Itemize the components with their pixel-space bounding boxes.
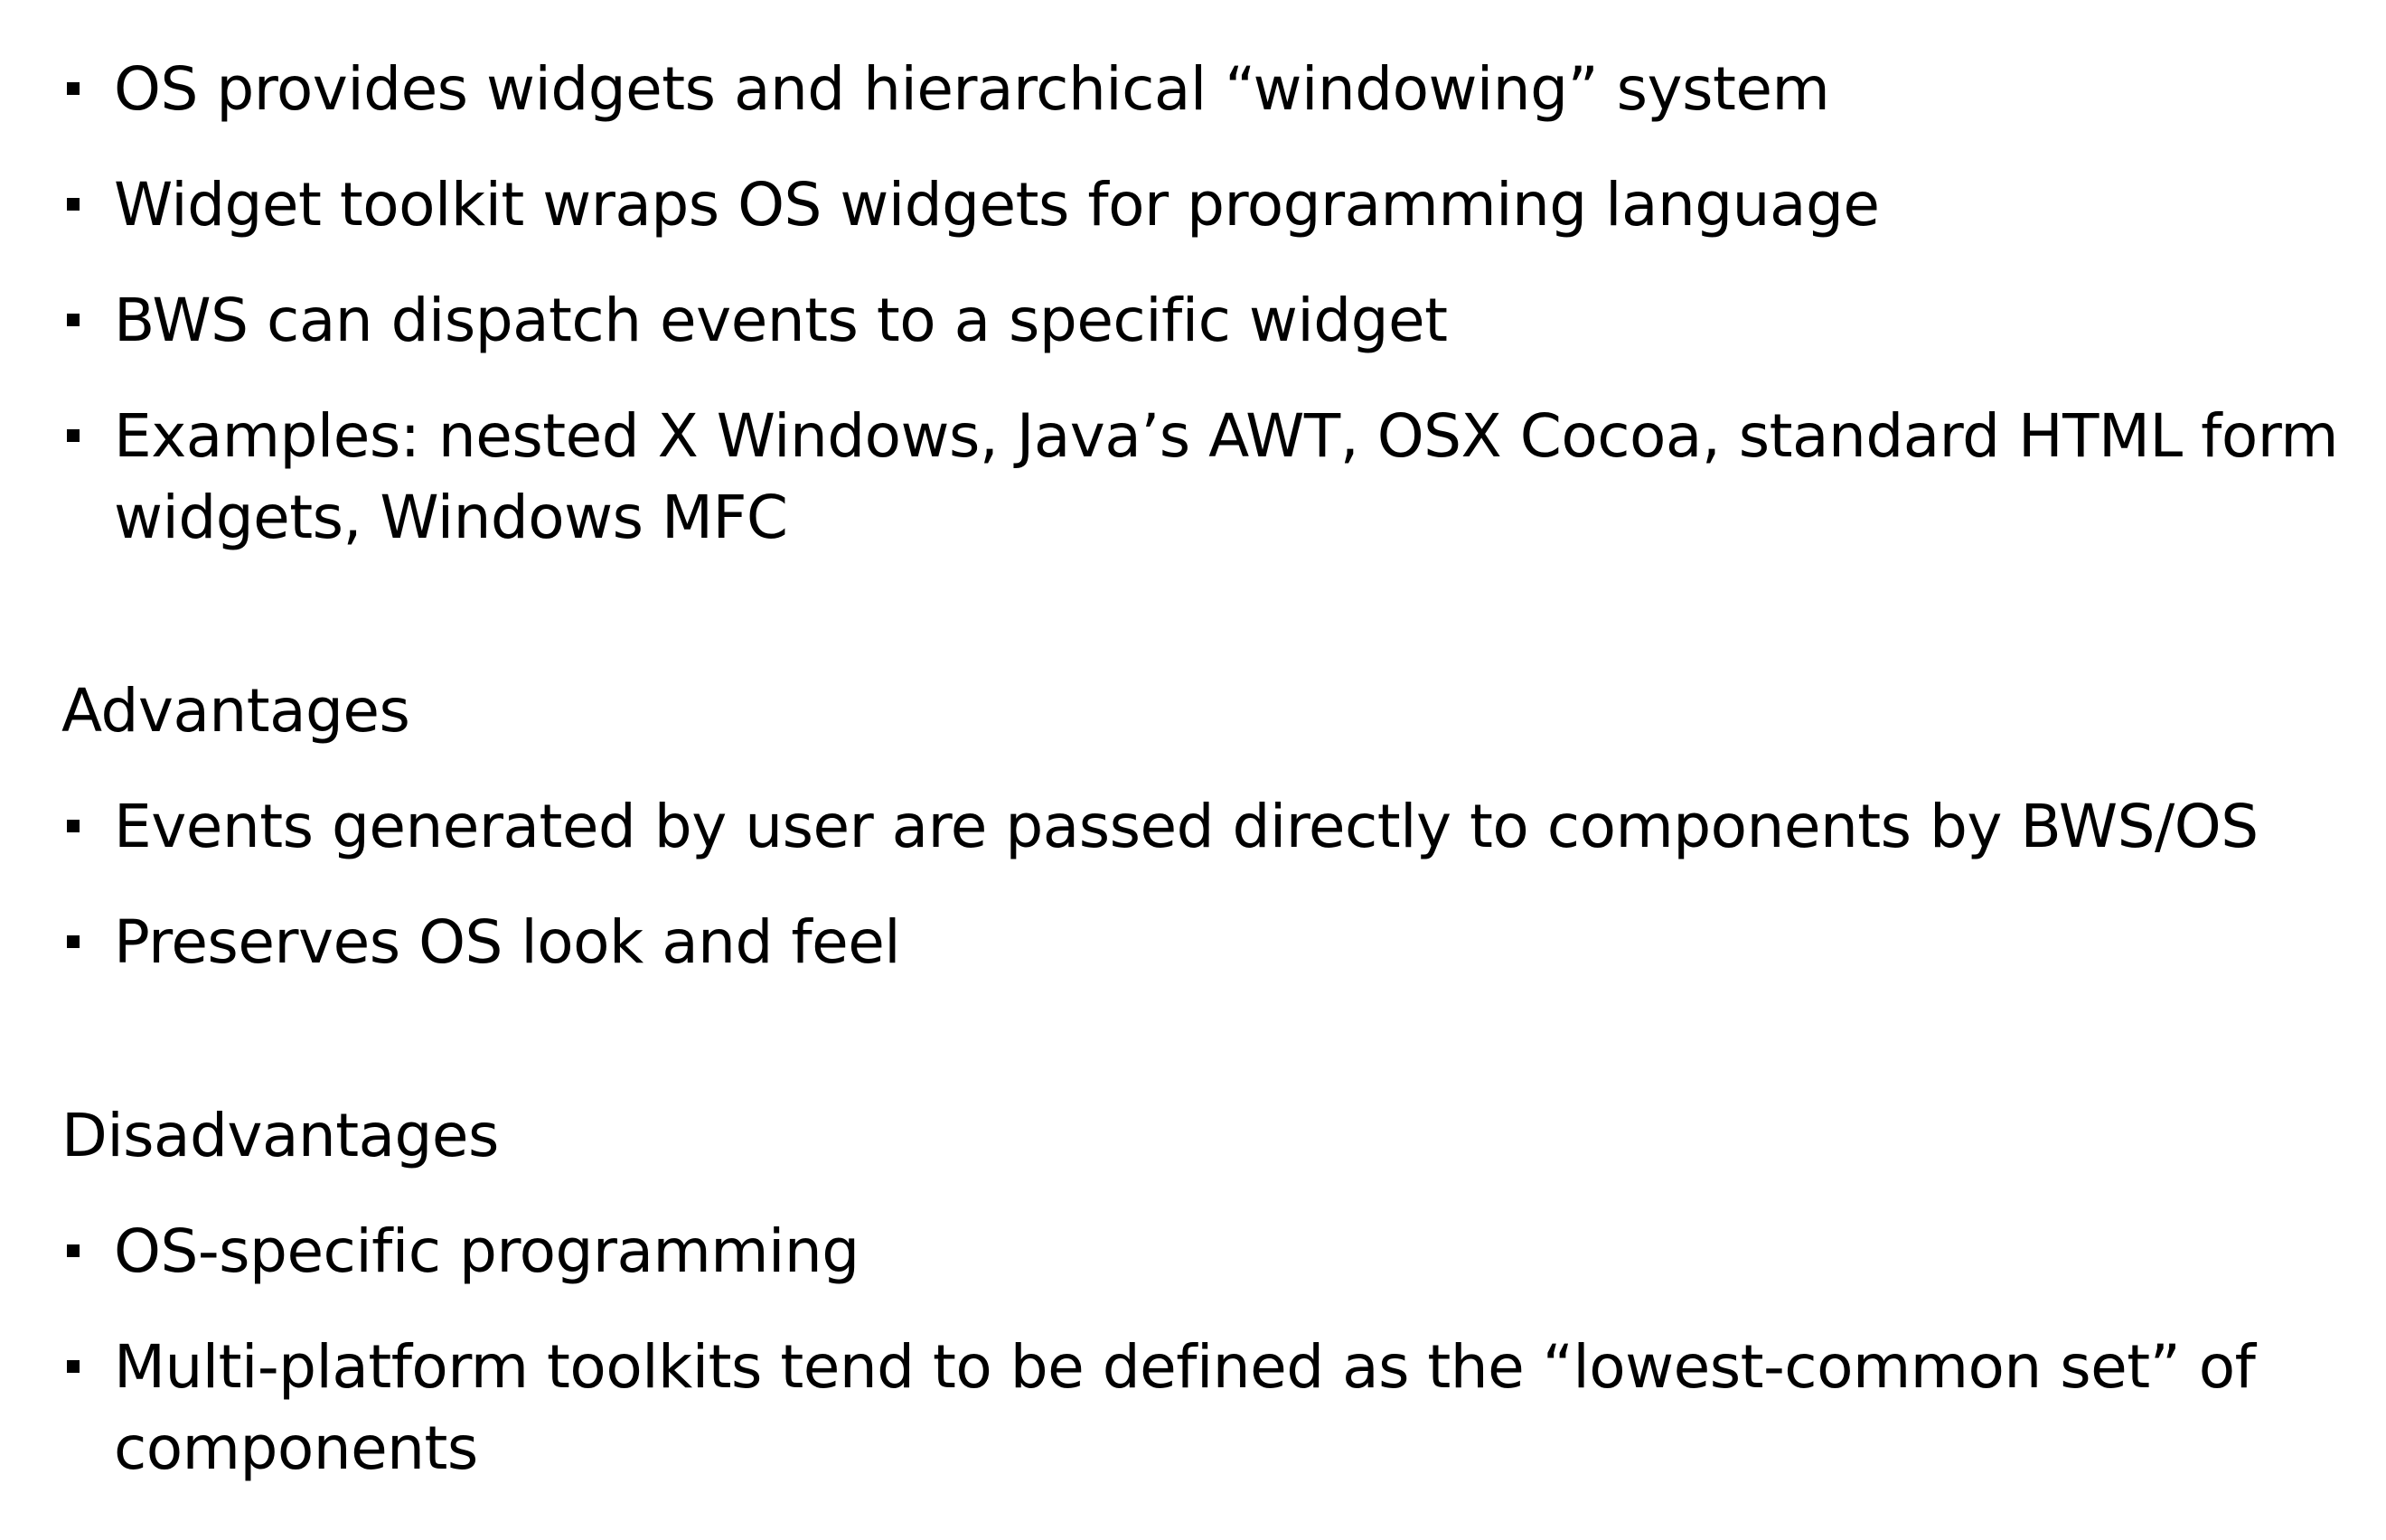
square-bullet-icon: [67, 314, 80, 326]
square-bullet-icon: [67, 198, 80, 211]
bullet-item: Events generated by user are passed dire…: [61, 786, 2357, 868]
advantages-bullet-list: Events generated by user are passed dire…: [61, 786, 2357, 983]
bullet-item: OS provides widgets and hierarchical “wi…: [61, 49, 2357, 130]
square-bullet-icon: [67, 1244, 80, 1257]
bullet-text: Preserves OS look and feel: [114, 907, 901, 977]
advantages-heading: Advantages: [61, 676, 410, 746]
square-bullet-icon: [67, 820, 80, 832]
bullet-item: Preserves OS look and feel: [61, 902, 2357, 983]
bullet-text: BWS can dispatch events to a specific wi…: [114, 286, 1448, 355]
bullet-item: Examples: nested X Windows, Java’s AWT, …: [61, 396, 2357, 559]
bullet-item: OS-specific programming: [61, 1211, 2357, 1292]
square-bullet-icon: [67, 935, 80, 948]
bullet-item: Widget toolkit wraps OS widgets for prog…: [61, 164, 2357, 246]
intro-bullet-list: OS provides widgets and hierarchical “wi…: [61, 49, 2357, 559]
bullet-text: OS provides widgets and hierarchical “wi…: [114, 54, 1830, 124]
advantages-section: Advantages Events generated by user are …: [61, 671, 2357, 983]
square-bullet-icon: [67, 429, 80, 442]
bullet-item: Multi-platform toolkits tend to be defin…: [61, 1327, 2357, 1489]
disadvantages-section: Disadvantages OS-specific programming Mu…: [61, 1095, 2357, 1489]
slide-body: OS provides widgets and hierarchical “wi…: [61, 49, 2357, 1489]
bullet-text: Multi-platform toolkits tend to be defin…: [114, 1332, 2256, 1483]
bullet-text: Widget toolkit wraps OS widgets for prog…: [114, 170, 1880, 239]
disadvantages-bullet-list: OS-specific programming Multi-platform t…: [61, 1211, 2357, 1489]
intro-section: OS provides widgets and hierarchical “wi…: [61, 49, 2357, 559]
bullet-item: BWS can dispatch events to a specific wi…: [61, 280, 2357, 362]
disadvantages-heading: Disadvantages: [61, 1101, 499, 1170]
square-bullet-icon: [67, 82, 80, 95]
bullet-text: Events generated by user are passed dire…: [114, 792, 2259, 861]
bullet-text: OS-specific programming: [114, 1216, 860, 1286]
square-bullet-icon: [67, 1360, 80, 1373]
bullet-text: Examples: nested X Windows, Java’s AWT, …: [114, 401, 2339, 552]
